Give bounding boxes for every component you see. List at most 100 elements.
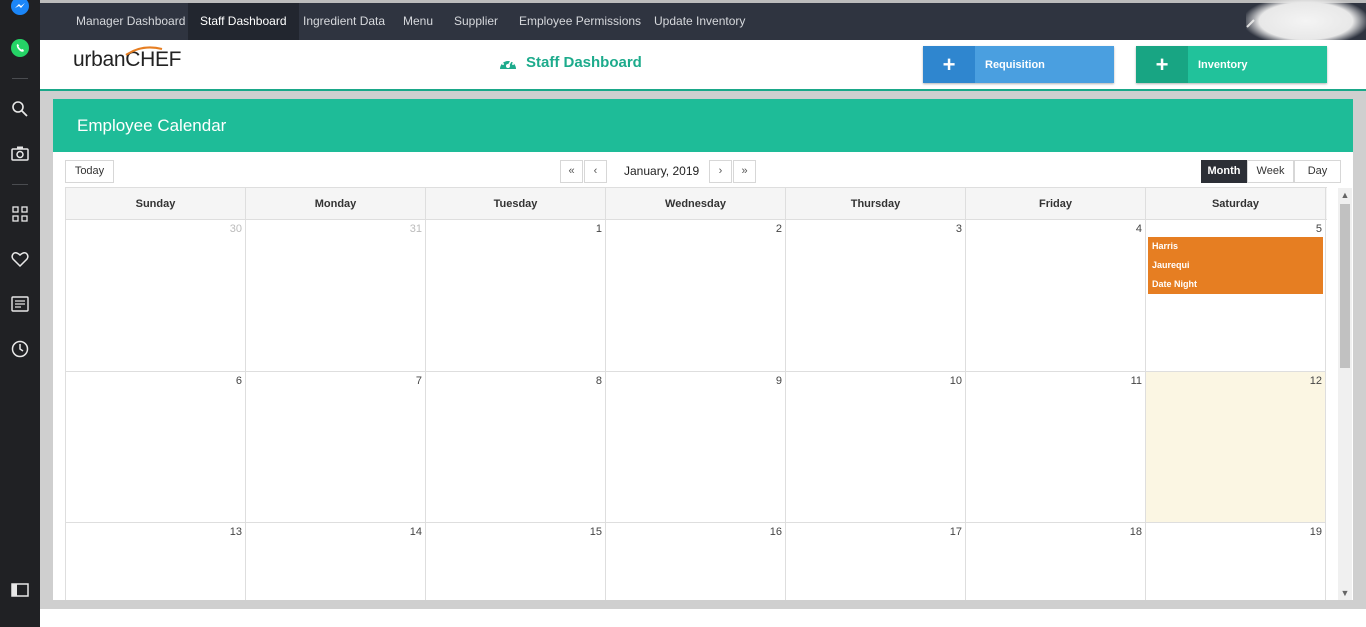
inventory-label: Inventory — [1198, 58, 1248, 71]
day-number: 7 — [415, 375, 422, 387]
day-number: 10 — [949, 375, 962, 387]
messenger-icon[interactable] — [8, 0, 32, 18]
day-number: 11 — [1130, 375, 1142, 387]
inventory-button[interactable]: + Inventory — [1136, 46, 1327, 83]
view-month-button[interactable]: Month — [1201, 160, 1247, 183]
day-cell[interactable]: 1 — [426, 220, 606, 372]
day-cell[interactable]: 30 — [66, 220, 246, 372]
page-title: Staff Dashboard — [498, 54, 642, 71]
day-cell[interactable]: 16 — [606, 523, 786, 600]
day-cell[interactable]: 8 — [426, 372, 606, 523]
last-page-button[interactable]: » — [733, 160, 756, 183]
day-cell[interactable]: 31 — [246, 220, 426, 372]
heart-icon[interactable] — [8, 247, 32, 271]
weekday-thursday: Thursday — [786, 188, 966, 220]
current-month-label: January, 2019 — [624, 164, 700, 178]
nav-supplier[interactable]: Supplier — [442, 3, 510, 40]
day-number: 2 — [775, 223, 782, 235]
day-cell[interactable]: 18 — [966, 523, 1146, 600]
day-number: 17 — [949, 526, 962, 538]
news-icon[interactable] — [8, 292, 32, 316]
history-clock-icon[interactable] — [8, 337, 32, 361]
day-number: 8 — [595, 375, 602, 387]
logo-prefix: urban — [73, 48, 126, 71]
prev-month-button[interactable]: ‹ — [584, 160, 607, 183]
day-number: 4 — [1135, 223, 1142, 235]
day-number: 18 — [1129, 526, 1142, 538]
page-title-text: Staff Dashboard — [526, 54, 642, 71]
day-number: 30 — [229, 223, 242, 235]
nav-manager-dashboard[interactable]: Manager Dashboard — [64, 3, 197, 40]
nav-ingredient-data[interactable]: Ingredient Data — [291, 3, 397, 40]
view-day-button[interactable]: Day — [1294, 160, 1341, 183]
day-cell[interactable]: 7 — [246, 372, 426, 523]
day-number: 1 — [595, 223, 602, 235]
event-line: Jaurequi — [1152, 260, 1190, 270]
day-number: 31 — [409, 223, 422, 235]
scrollbar-thumb[interactable] — [1340, 204, 1350, 368]
weekday-sunday: Sunday — [66, 188, 246, 220]
page-footer-strip — [40, 609, 1366, 627]
weekday-monday: Monday — [246, 188, 426, 220]
whatsapp-icon[interactable] — [8, 36, 32, 60]
day-number: 5 — [1315, 223, 1322, 235]
nav-staff-dashboard[interactable]: Staff Dashboard — [188, 3, 299, 40]
day-cell[interactable]: 15 — [426, 523, 606, 600]
first-page-button[interactable]: « — [560, 160, 583, 183]
scroll-down-arrow-icon[interactable]: ▼ — [1338, 586, 1352, 600]
day-number: 9 — [775, 375, 782, 387]
day-cell[interactable]: 2 — [606, 220, 786, 372]
page-header: urbanCHEF Staff Dashboard + Requisition … — [40, 40, 1366, 91]
day-cell[interactable]: 9 — [606, 372, 786, 523]
weekday-wednesday: Wednesday — [606, 188, 786, 220]
camera-icon[interactable] — [8, 141, 32, 165]
event-line: Date Night — [1152, 279, 1197, 289]
logo-swoosh-icon — [125, 46, 163, 56]
calendar-scrollbar[interactable]: ▲ ▼ — [1338, 188, 1352, 600]
day-cell[interactable]: 17 — [786, 523, 966, 600]
weekday-tuesday: Tuesday — [426, 188, 606, 220]
day-number: 19 — [1309, 526, 1322, 538]
plus-icon: + — [923, 46, 975, 83]
top-nav: Manager Dashboard Staff Dashboard Ingred… — [40, 0, 1366, 45]
nav-employee-permissions[interactable]: Employee Permissions — [507, 3, 653, 40]
day-cell[interactable]: 19 — [1146, 523, 1326, 600]
weekday-friday: Friday — [966, 188, 1146, 220]
month-grid: Sunday Monday Tuesday Wednesday Thursday… — [65, 187, 1327, 600]
day-cell[interactable]: 13 — [66, 523, 246, 600]
today-button[interactable]: Today — [65, 160, 114, 183]
browser-sidebar — [0, 0, 40, 627]
nav-update-inventory[interactable]: Update Inventory — [642, 3, 757, 40]
dashboard-gauge-icon — [500, 59, 516, 69]
day-cell[interactable]: 14 — [246, 523, 426, 600]
day-number: 13 — [229, 526, 242, 538]
sidebar-toggle-icon[interactable] — [8, 578, 32, 602]
day-cell[interactable]: 3 — [786, 220, 966, 372]
event-line: Harris — [1152, 241, 1179, 251]
today-cell[interactable]: 12 — [1146, 372, 1326, 523]
requisition-button[interactable]: + Requisition — [923, 46, 1114, 83]
search-icon[interactable] — [8, 97, 32, 121]
urbanchef-logo[interactable]: urbanCHEF — [73, 46, 181, 72]
apps-grid-icon[interactable] — [8, 202, 32, 226]
employee-calendar-panel: Employee Calendar Today « ‹ January, 201… — [53, 99, 1353, 600]
next-month-button[interactable]: › — [709, 160, 732, 183]
day-number: 15 — [589, 526, 602, 538]
day-cell[interactable]: 6 — [66, 372, 246, 523]
scroll-up-arrow-icon[interactable]: ▲ — [1338, 188, 1352, 202]
blurred-user-area — [1246, 0, 1366, 45]
day-number: 3 — [955, 223, 962, 235]
day-number: 16 — [769, 526, 782, 538]
day-cell[interactable]: 10 — [786, 372, 966, 523]
day-number: 14 — [409, 526, 422, 538]
panel-title: Employee Calendar — [53, 99, 1353, 152]
day-cell[interactable]: 4 — [966, 220, 1146, 372]
nav-menu[interactable]: Menu — [391, 3, 445, 40]
weekday-saturday: Saturday — [1146, 188, 1326, 220]
day-number: 6 — [235, 375, 242, 387]
day-cell[interactable]: 11 — [966, 372, 1146, 523]
day-cell[interactable]: 5 Harris Jaurequi Date Night — [1146, 220, 1326, 372]
calendar-event[interactable]: Harris Jaurequi Date Night — [1148, 237, 1323, 294]
view-week-button[interactable]: Week — [1247, 160, 1294, 183]
plus-icon: + — [1136, 46, 1188, 83]
